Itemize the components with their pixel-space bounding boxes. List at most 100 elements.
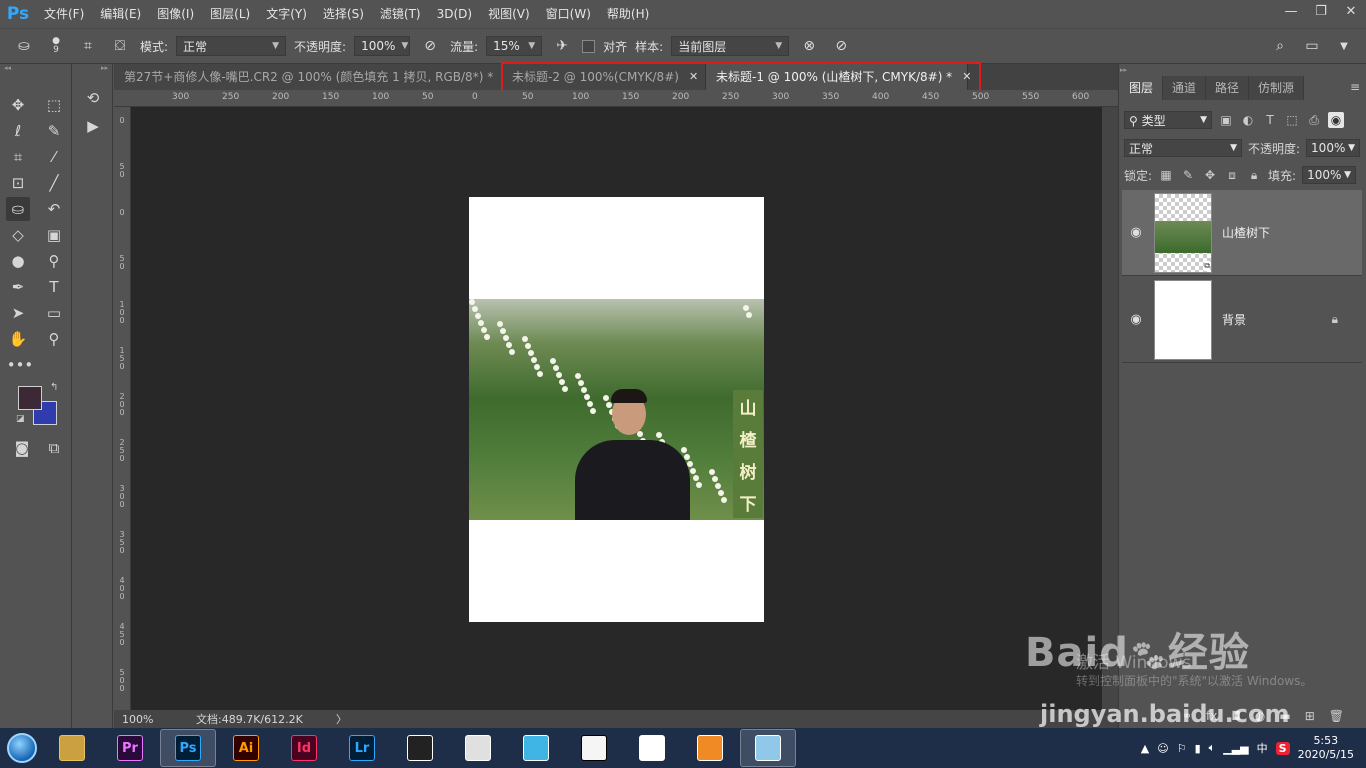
filter-smart-object-icon[interactable]: ⎙	[1306, 112, 1322, 128]
screen-mode-icon[interactable]: ⧉	[42, 436, 66, 460]
path-selection-tool-icon[interactable]: ➤	[6, 301, 30, 325]
lasso-tool-icon[interactable]: ℓ	[6, 119, 30, 143]
marquee-tool-icon[interactable]: ⬚	[42, 93, 66, 117]
toolbar-collapse-icon[interactable]: ◂◂	[0, 64, 71, 72]
ime-indicator[interactable]: 中	[1257, 740, 1268, 756]
device-icon[interactable]: ▮	[1195, 742, 1201, 755]
ignore-adjustment-icon[interactable]: ⊗	[797, 34, 821, 58]
visibility-eye-icon[interactable]: ◉	[1122, 225, 1150, 240]
volume-icon[interactable]: 🔈︎	[1209, 741, 1216, 755]
close-tab-icon[interactable]: ✕	[689, 64, 698, 90]
layer-name[interactable]: 山楂树下	[1222, 224, 1362, 241]
app-logo[interactable]: Ps	[0, 0, 36, 28]
airbrush-icon[interactable]: ✈	[550, 34, 574, 58]
tab-document-3[interactable]: 未标题-1 @ 100% (山楂树下, CMYK/8#) * ✕	[706, 64, 971, 90]
search-icon[interactable]: ⌕	[1268, 34, 1292, 58]
foreground-color-swatch[interactable]	[18, 386, 42, 410]
eyedropper-tool-icon[interactable]: ⁄	[42, 145, 66, 169]
taskbar-app-file-explorer[interactable]	[44, 729, 100, 767]
tab-paths[interactable]: 路径	[1206, 76, 1250, 100]
tab-channels[interactable]: 通道	[1163, 76, 1207, 100]
default-colors-icon[interactable]: ◪	[16, 414, 25, 424]
menu-item[interactable]: 3D(D)	[429, 0, 480, 28]
clock[interactable]: 5:53 2020/5/15	[1298, 734, 1354, 762]
more-tools-icon[interactable]: •••	[7, 353, 34, 377]
brush-tool-icon[interactable]: ╱	[42, 171, 66, 195]
sogou-input-icon[interactable]: S	[1275, 741, 1290, 755]
start-button[interactable]	[0, 728, 44, 768]
brush-preset-picker[interactable]: ● 9	[44, 34, 68, 58]
fill-select[interactable]: 100% ▼	[1302, 166, 1357, 184]
lock-artboard-icon[interactable]: ⧈	[1224, 167, 1240, 183]
rectangle-tool-icon[interactable]: ▭	[42, 301, 66, 325]
horizontal-ruler[interactable]: 300 250 200 150 100 50 0 50 100 150 200 250 300 350 40…	[114, 90, 1118, 107]
sample-select[interactable]: 当前图层 ▼	[671, 36, 790, 56]
signal-icon[interactable]: ▁▃▅	[1223, 742, 1248, 755]
visibility-eye-icon[interactable]: ◉	[1122, 312, 1150, 327]
history-panel-icon[interactable]: ⟲	[81, 86, 105, 110]
history-brush-tool-icon[interactable]: ↶	[42, 197, 66, 221]
flow-select[interactable]: 15% ▼	[486, 36, 543, 56]
menu-item[interactable]: 窗口(W)	[538, 0, 599, 28]
menu-item[interactable]: 编辑(E)	[92, 0, 149, 28]
lock-all-icon[interactable]: 🔒︎	[1246, 167, 1262, 183]
qq-tray-icon[interactable]: ☺	[1157, 742, 1168, 755]
swap-colors-icon[interactable]: ↰	[50, 382, 58, 393]
taskbar-app-foxmail[interactable]	[682, 729, 738, 767]
delete-layer-icon[interactable]: 🗑︎	[1329, 709, 1344, 723]
hand-tool-icon[interactable]: ✋	[6, 327, 30, 351]
layer-opacity-select[interactable]: 100% ▼	[1306, 139, 1361, 157]
healing-brush-tool-icon[interactable]: ⊡	[6, 171, 30, 195]
taskbar-app-qq[interactable]	[566, 729, 622, 767]
menu-item[interactable]: 选择(S)	[315, 0, 372, 28]
clone-source-icon[interactable]: ⛋	[108, 34, 132, 58]
filter-toggle-icon[interactable]: ◉	[1328, 112, 1344, 128]
vertical-ruler[interactable]: 0500501001502002503003504004505005	[114, 107, 131, 710]
filter-pixel-icon[interactable]: ▣	[1218, 112, 1234, 128]
menu-item[interactable]: 文字(Y)	[258, 0, 315, 28]
filter-type-icon[interactable]: T	[1262, 112, 1278, 128]
menu-item[interactable]: 文件(F)	[36, 0, 92, 28]
menu-item[interactable]: 滤镜(T)	[372, 0, 429, 28]
type-tool-icon[interactable]: T	[42, 275, 66, 299]
zoom-tool-icon[interactable]: ⚲	[42, 327, 66, 351]
filter-shape-icon[interactable]: ⬚	[1284, 112, 1300, 128]
crop-tool-icon[interactable]: ⌗	[6, 145, 30, 169]
menu-item[interactable]: 图像(I)	[149, 0, 202, 28]
menu-item[interactable]: 帮助(H)	[599, 0, 657, 28]
layer-row[interactable]: ◉ ⧉ 山楂树下	[1122, 190, 1362, 276]
layer-row[interactable]: ◉ 背景 🔒︎	[1122, 277, 1362, 363]
quick-selection-tool-icon[interactable]: ✎	[42, 119, 66, 143]
lock-pixels-icon[interactable]: ✎	[1180, 167, 1196, 183]
pressure-opacity-icon[interactable]: ⊘	[418, 34, 442, 58]
tab-clone-source[interactable]: 仿制源	[1249, 76, 1305, 100]
taskbar-app-photoshop[interactable]: Ps	[160, 729, 216, 767]
close-icon[interactable]: ✕	[1336, 0, 1366, 22]
taskbar-app-cat-app[interactable]	[508, 729, 564, 767]
pressure-size-icon[interactable]: ⊘	[829, 34, 853, 58]
taskbar-app-umbrella-app[interactable]	[450, 729, 506, 767]
tab-document-1[interactable]: 第27节+商修人像-嘴巴.CR2 @ 100% (颜色填充 1 拷贝, RGB/…	[114, 64, 502, 90]
lock-position-icon[interactable]: ✥	[1202, 167, 1218, 183]
menu-item[interactable]: 视图(V)	[480, 0, 538, 28]
dodge-tool-icon[interactable]: ⚲	[42, 249, 66, 273]
layer-filter-select[interactable]: ⚲ 类型 ▼	[1124, 111, 1212, 129]
tab-document-2[interactable]: 未标题-2 @ 100%(CMYK/8#) ✕	[502, 64, 706, 90]
menu-item[interactable]: 图层(L)	[202, 0, 258, 28]
gradient-tool-icon[interactable]: ▣	[42, 223, 66, 247]
workspace-icon[interactable]: ▭	[1300, 34, 1324, 58]
panel-collapse-icon[interactable]: ▸▸	[1120, 66, 1127, 74]
blend-mode-select[interactable]: 正常 ▼	[1124, 139, 1242, 157]
minimize-icon[interactable]: —	[1276, 0, 1306, 22]
layer-name[interactable]: 背景	[1222, 311, 1332, 328]
taskbar-app-video-editor[interactable]	[392, 729, 448, 767]
close-tab-icon[interactable]: ✕	[962, 64, 971, 90]
taskbar-app-lightroom[interactable]: Lr	[334, 729, 390, 767]
mode-select[interactable]: 正常 ▼	[176, 36, 287, 56]
lock-transparent-icon[interactable]: ▦	[1158, 167, 1174, 183]
network-blocked-icon[interactable]: ⚐	[1177, 742, 1187, 755]
move-tool-icon[interactable]: ✥	[6, 93, 30, 117]
dock-expand-icon[interactable]: ▸▸	[73, 64, 112, 72]
restore-icon[interactable]: ❐	[1306, 0, 1336, 22]
tray-expand-icon[interactable]: ▲	[1141, 742, 1149, 755]
